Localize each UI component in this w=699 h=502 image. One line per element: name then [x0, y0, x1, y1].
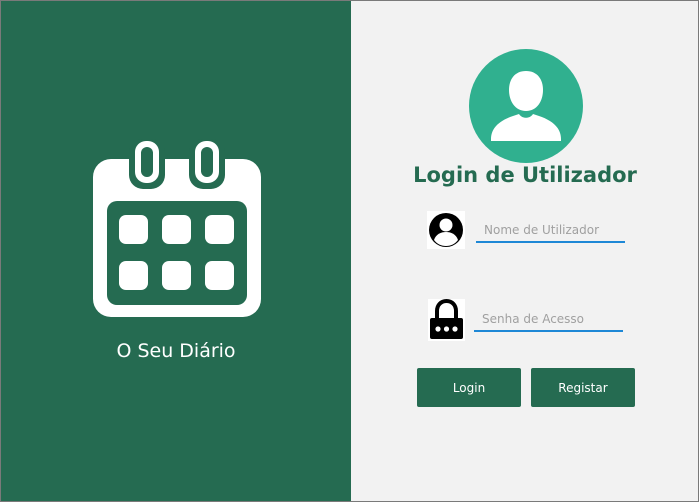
register-button[interactable]: Registar — [531, 368, 635, 407]
user-icon — [427, 211, 465, 249]
app-name: O Seu Diário — [116, 340, 236, 362]
login-panel: Login de Utilizador Login Registar — [351, 1, 698, 501]
login-title: Login de Utilizador — [413, 163, 637, 187]
calendar-icon — [93, 139, 261, 317]
lock-icon — [428, 299, 465, 341]
username-input[interactable] — [476, 219, 625, 243]
login-window: O Seu Diário Login de Utilizador Login R… — [0, 0, 699, 502]
login-button[interactable]: Login — [417, 368, 521, 407]
branding-panel: O Seu Diário — [1, 1, 351, 501]
user-avatar-icon — [469, 49, 583, 163]
password-input[interactable] — [474, 308, 623, 332]
